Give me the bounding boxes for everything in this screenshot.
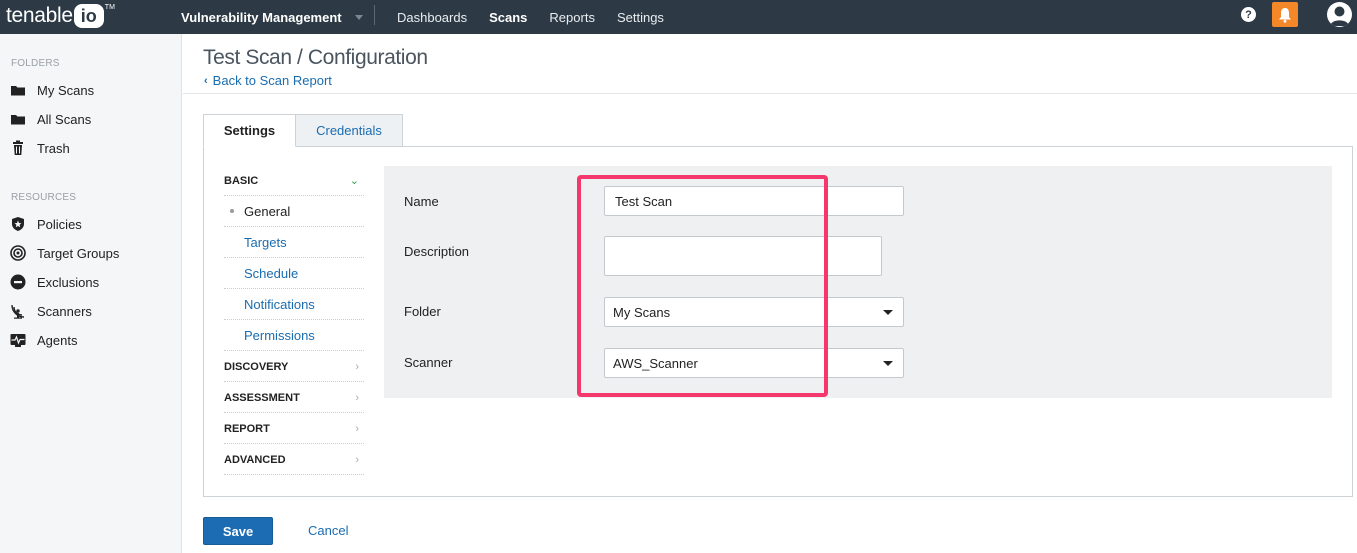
sidebar-item-label: Target Groups [37,245,120,261]
chevron-left-icon: ‹ [204,74,208,87]
chevron-down-icon: ⌄ [349,175,359,187]
sidebar-item-label: Exclusions [37,274,100,290]
chevron-right-icon: › [355,360,359,373]
sidebar-item-label: All Scans [37,111,92,127]
menu-item-label: General [244,203,291,219]
description-label: Description [404,244,470,259]
user-avatar-icon[interactable] [1327,2,1352,27]
logo-io: io [73,4,104,28]
menu-item-targets[interactable]: Targets [224,227,364,258]
app-switcher[interactable]: Vulnerability Management [181,0,363,34]
bell-icon [1279,7,1291,23]
sidebar-item-label: Trash [37,140,70,156]
sidebar-item-scanners[interactable]: Scanners [10,301,92,321]
menu-item-label: Targets [244,234,287,250]
top-nav-bar: tenable io TM Vulnerability Management D… [0,0,1357,34]
caret-down-icon [883,361,893,366]
header-divider [183,93,1357,94]
nav-dashboards[interactable]: Dashboards [397,10,467,25]
trash-icon [13,140,23,155]
menu-section-basic[interactable]: BASIC ⌄ [224,166,364,196]
sidebar-item-agents[interactable]: Agents [10,330,77,350]
sidebar-item-label: My Scans [37,82,95,98]
page-title: Test Scan / Configuration [203,46,428,69]
target-icon [10,245,26,261]
menu-section-report[interactable]: REPORT › [224,414,364,444]
menu-item-permissions[interactable]: Permissions [224,320,364,351]
menu-item-general[interactable]: General [224,196,364,227]
radar-icon [11,304,25,319]
nav-divider [374,5,375,25]
folder-select[interactable]: My Scans [604,297,904,327]
name-label: Name [404,194,439,209]
current-item-dot [230,209,234,213]
caret-down-icon [883,310,893,315]
nav-reports[interactable]: Reports [549,10,595,25]
scanner-select[interactable]: AWS_Scanner [604,348,904,378]
sidebar-item-trash[interactable]: Trash [10,138,70,158]
folders-heading: FOLDERS [11,58,60,69]
menu-section-label: BASIC [224,174,259,187]
tenable-logo[interactable]: tenable io TM [6,2,115,30]
chevron-right-icon: › [355,391,359,404]
menu-section-label: REPORT [224,422,270,435]
description-textarea[interactable] [604,236,882,276]
app-name: Vulnerability Management [181,9,342,25]
name-input-value: Test Scan [615,193,673,209]
main-nav: Dashboards Scans Reports Settings [397,0,686,34]
sidebar-item-target-groups[interactable]: Target Groups [10,243,119,263]
menu-section-label: ADVANCED [224,453,286,466]
scanner-label: Scanner [404,355,453,370]
tab-settings[interactable]: Settings [203,114,296,147]
menu-section-discovery[interactable]: DISCOVERY › [224,352,364,382]
back-to-scan-report-link[interactable]: ‹ Back to Scan Report [204,73,332,88]
cancel-link[interactable]: Cancel [308,523,348,538]
name-input[interactable]: Test Scan [604,186,904,216]
menu-section-advanced[interactable]: ADVANCED › [224,445,364,475]
minus-circle-icon [10,274,26,290]
menu-item-notifications[interactable]: Notifications [224,289,364,320]
resources-heading: RESOURCES [11,192,77,203]
logo-trademark: TM [104,3,115,11]
sidebar-item-label: Scanners [37,303,92,319]
caret-down-icon [354,14,363,20]
pulse-icon [10,334,26,347]
sidebar-item-policies[interactable]: Policies [10,214,82,234]
menu-section-label: DISCOVERY [224,360,289,373]
sidebar-item-my-scans[interactable]: My Scans [10,80,94,100]
folder-icon [11,115,25,125]
menu-item-label: Permissions [244,327,315,343]
nav-settings[interactable]: Settings [617,10,664,25]
tab-credentials[interactable]: Credentials [296,114,403,147]
sidebar-item-label: Policies [37,216,82,232]
menu-section-assessment[interactable]: ASSESSMENT › [224,383,364,413]
shield-icon [12,217,24,231]
sidebar-item-exclusions[interactable]: Exclusions [10,272,99,292]
nav-scans[interactable]: Scans [489,10,527,25]
scanner-select-value: AWS_Scanner [613,355,698,371]
sidebar-item-label: Agents [37,332,78,348]
logo-text: tenable [6,4,73,27]
save-button[interactable]: Save [203,517,273,545]
menu-section-label: ASSESSMENT [224,391,300,404]
notifications-button[interactable] [1272,2,1298,27]
menu-item-label: Notifications [244,296,315,312]
help-icon[interactable]: ? [1241,7,1256,22]
folder-select-value: My Scans [613,304,671,320]
back-link-label: Back to Scan Report [212,73,332,88]
folder-icon [11,86,25,96]
menu-item-schedule[interactable]: Schedule [224,258,364,289]
menu-item-label: Schedule [244,265,299,281]
chevron-right-icon: › [355,453,359,466]
sidebar-item-all-scans[interactable]: All Scans [10,109,91,129]
chevron-right-icon: › [355,422,359,435]
folder-label: Folder [404,304,441,319]
